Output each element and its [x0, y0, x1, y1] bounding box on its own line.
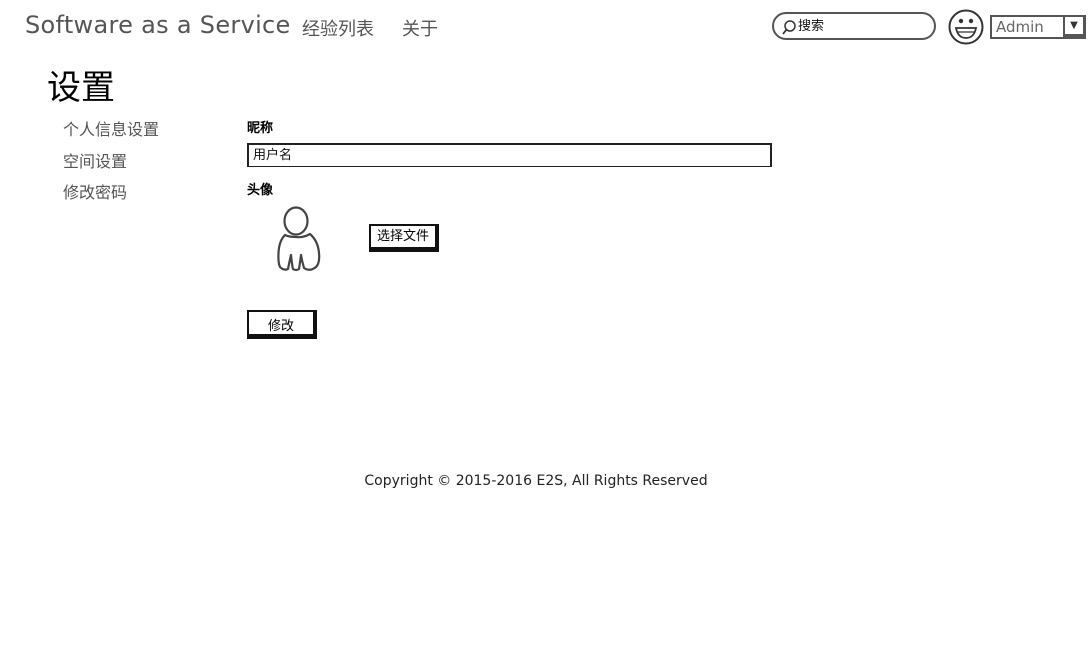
page-title: 设置 — [47, 68, 115, 108]
footer-copyright: Copyright © 2015-2016 E2S, All Rights Re… — [364, 473, 708, 489]
user-select-value: Admin — [996, 18, 1044, 36]
nickname-input[interactable] — [247, 143, 772, 167]
sidebar-item-space-settings[interactable]: 空间设置 — [63, 148, 127, 172]
nav-link-experience-list[interactable]: 经验列表 — [302, 15, 374, 41]
nickname-label: 昵称 — [247, 121, 274, 136]
submit-button[interactable]: 修改 — [247, 310, 317, 339]
user-silhouette-icon — [272, 203, 328, 273]
brand-title[interactable]: Software as a Service — [25, 11, 291, 39]
choose-file-button[interactable]: 选择文件 — [369, 224, 439, 252]
smiley-face-icon[interactable] — [948, 9, 984, 45]
sidebar-item-profile-settings[interactable]: 个人信息设置 — [63, 116, 159, 140]
search-input[interactable] — [796, 16, 930, 36]
nav-link-about[interactable]: 关于 — [402, 15, 438, 41]
avatar-label: 头像 — [247, 183, 274, 198]
sidebar-item-change-password[interactable]: 修改密码 — [63, 179, 127, 203]
chevron-down-icon[interactable]: ▼ — [1063, 15, 1086, 37]
search-box[interactable] — [772, 12, 936, 40]
user-select[interactable]: Admin ▼ — [990, 15, 1086, 39]
